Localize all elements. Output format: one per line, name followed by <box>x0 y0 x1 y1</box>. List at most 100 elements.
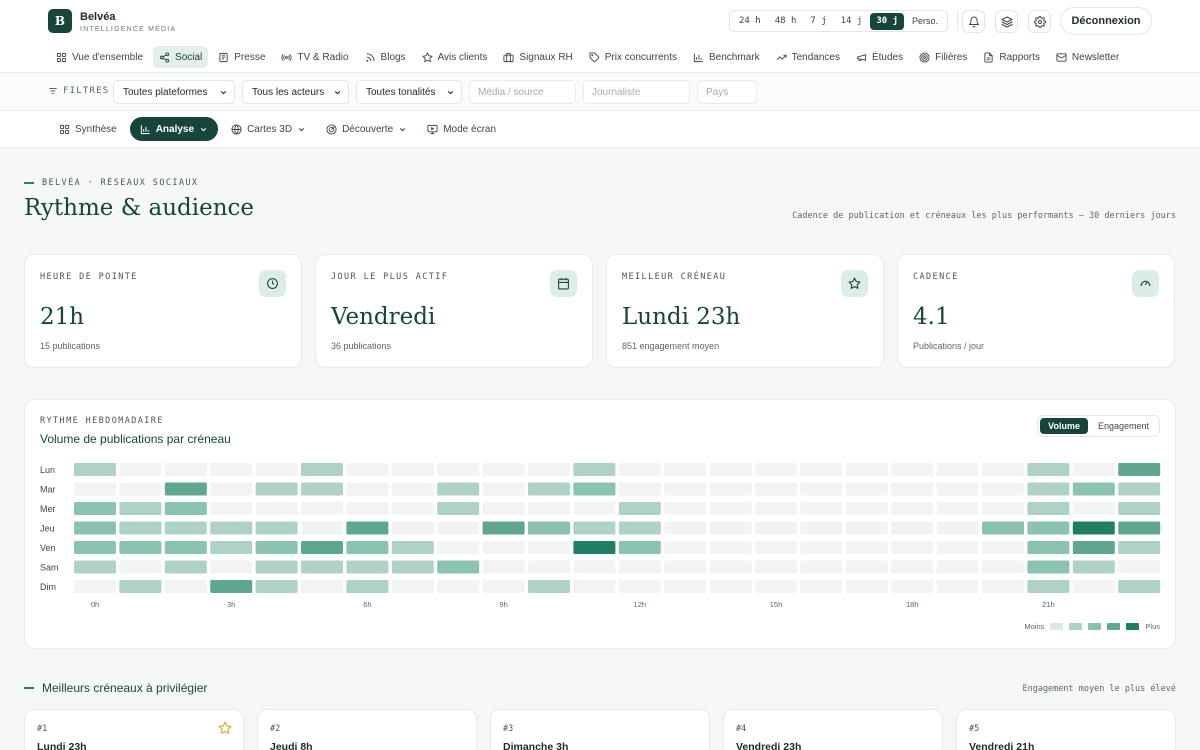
heatmap-cell[interactable] <box>1027 541 1070 554</box>
heatmap-cell[interactable] <box>528 502 570 515</box>
heatmap-cell[interactable] <box>528 580 570 593</box>
heatmap-cell[interactable] <box>74 482 116 496</box>
heatmap-cell[interactable] <box>664 560 707 574</box>
heatmap-cell[interactable] <box>573 541 616 554</box>
heatmap-cell[interactable] <box>119 482 162 496</box>
slot-card[interactable]: #5 Vendredi 21h <box>956 709 1176 750</box>
heatmap-cell[interactable] <box>74 541 116 554</box>
settings-button[interactable] <box>1028 10 1051 33</box>
heatmap-cell[interactable] <box>618 541 661 554</box>
heatmap-cell[interactable] <box>210 560 253 574</box>
heatmap-cell[interactable] <box>210 482 253 496</box>
heatmap-cell[interactable] <box>528 521 570 535</box>
heatmap-cell[interactable] <box>119 560 162 574</box>
heatmap-cell[interactable] <box>1072 580 1115 593</box>
heatmap-cell[interactable] <box>573 521 616 535</box>
journalist-input[interactable] <box>583 80 690 104</box>
heatmap-cell[interactable] <box>301 521 343 535</box>
heatmap-cell[interactable] <box>891 580 934 593</box>
heatmap-cell[interactable] <box>709 580 752 593</box>
heatmap-cell[interactable] <box>891 482 934 496</box>
heatmap-cell[interactable] <box>164 482 207 496</box>
heatmap-cell[interactable] <box>391 521 434 535</box>
heatmap-cell[interactable] <box>528 482 570 496</box>
heatmap-cell[interactable] <box>800 482 843 496</box>
tab-cartes-3d[interactable]: Cartes 3D <box>224 117 313 141</box>
nav-item-benchmark[interactable]: Benchmark <box>687 46 766 68</box>
notifications-button[interactable] <box>962 10 985 33</box>
heatmap-cell[interactable] <box>437 541 480 554</box>
heatmap-cell[interactable] <box>301 482 343 496</box>
nav-item-blogs[interactable]: Blogs <box>359 46 412 68</box>
heatmap-cell[interactable] <box>573 502 616 515</box>
heatmap-cell[interactable] <box>1118 541 1161 554</box>
tab-analyse[interactable]: Analyse <box>129 117 219 141</box>
heatmap-cell[interactable] <box>982 482 1024 496</box>
heatmap-cell[interactable] <box>164 463 207 476</box>
heatmap-cell[interactable] <box>573 463 616 476</box>
heatmap-cell[interactable] <box>936 482 979 496</box>
heatmap-cell[interactable] <box>1118 482 1161 496</box>
heatmap-cell[interactable] <box>437 580 480 593</box>
nav-item-reports[interactable]: Rapports <box>977 46 1046 68</box>
heatmap-cell[interactable] <box>664 521 707 535</box>
heatmap-cell[interactable] <box>119 521 162 535</box>
heatmap-cell[interactable] <box>391 560 434 574</box>
heatmap-cell[interactable] <box>755 580 797 593</box>
heatmap-cell[interactable] <box>255 521 298 535</box>
heatmap-cell[interactable] <box>1118 463 1161 476</box>
heatmap-cell[interactable] <box>1118 560 1161 574</box>
nav-item-reviews[interactable]: Avis clients <box>416 46 494 68</box>
heatmap-cell[interactable] <box>301 560 343 574</box>
heatmap-cell[interactable] <box>755 482 797 496</box>
heatmap-cell[interactable] <box>982 502 1024 515</box>
range-custom[interactable]: Perso. <box>906 13 944 30</box>
heatmap-cell[interactable] <box>1072 482 1115 496</box>
heatmap-cell[interactable] <box>709 502 752 515</box>
heatmap-cell[interactable] <box>74 502 116 515</box>
slot-card[interactable]: #4 Vendredi 23h <box>723 709 943 750</box>
heatmap-cell[interactable] <box>1027 463 1070 476</box>
heatmap-cell[interactable] <box>301 463 343 476</box>
heatmap-cell[interactable] <box>74 463 116 476</box>
slot-card[interactable]: #2 Jeudi 8h <box>257 709 477 750</box>
heatmap-cell[interactable] <box>845 463 888 476</box>
heatmap-cell[interactable] <box>982 541 1024 554</box>
heatmap-cell[interactable] <box>482 541 525 554</box>
heatmap-cell[interactable] <box>755 502 797 515</box>
heatmap-cell[interactable] <box>210 463 253 476</box>
heatmap-cell[interactable] <box>119 541 162 554</box>
heatmap-cell[interactable] <box>346 482 389 496</box>
heatmap-cell[interactable] <box>800 580 843 593</box>
heatmap-cell[interactable] <box>164 521 207 535</box>
heatmap-cell[interactable] <box>664 463 707 476</box>
layers-button[interactable] <box>995 10 1018 33</box>
heatmap-cell[interactable] <box>301 541 343 554</box>
heatmap-cell[interactable] <box>1118 502 1161 515</box>
range-48h[interactable]: 48 h <box>769 13 803 30</box>
heatmap-cell[interactable] <box>618 463 661 476</box>
nav-item-studies[interactable]: Études <box>850 46 909 68</box>
nav-item-newsletter[interactable]: Newsletter <box>1050 46 1125 68</box>
heatmap-cell[interactable] <box>437 502 480 515</box>
heatmap-cell[interactable] <box>573 560 616 574</box>
nav-item-social[interactable]: Social <box>153 46 209 68</box>
heatmap-cell[interactable] <box>164 560 207 574</box>
heatmap-cell[interactable] <box>1072 521 1115 535</box>
heatmap-cell[interactable] <box>891 502 934 515</box>
heatmap-cell[interactable] <box>210 502 253 515</box>
range-7j[interactable]: 7 j <box>804 13 832 30</box>
heatmap-cell[interactable] <box>709 482 752 496</box>
heatmap-cell[interactable] <box>709 521 752 535</box>
heatmap-cell[interactable] <box>891 560 934 574</box>
heatmap-cell[interactable] <box>1027 521 1070 535</box>
heatmap-cell[interactable] <box>164 541 207 554</box>
heatmap-cell[interactable] <box>528 541 570 554</box>
slot-card[interactable]: #1 Lundi 23h <box>24 709 244 750</box>
heatmap-cell[interactable] <box>391 580 434 593</box>
heatmap-cell[interactable] <box>1072 541 1115 554</box>
heatmap-cell[interactable] <box>528 463 570 476</box>
heatmap-cell[interactable] <box>845 482 888 496</box>
heatmap-cell[interactable] <box>255 482 298 496</box>
heatmap-cell[interactable] <box>1027 482 1070 496</box>
